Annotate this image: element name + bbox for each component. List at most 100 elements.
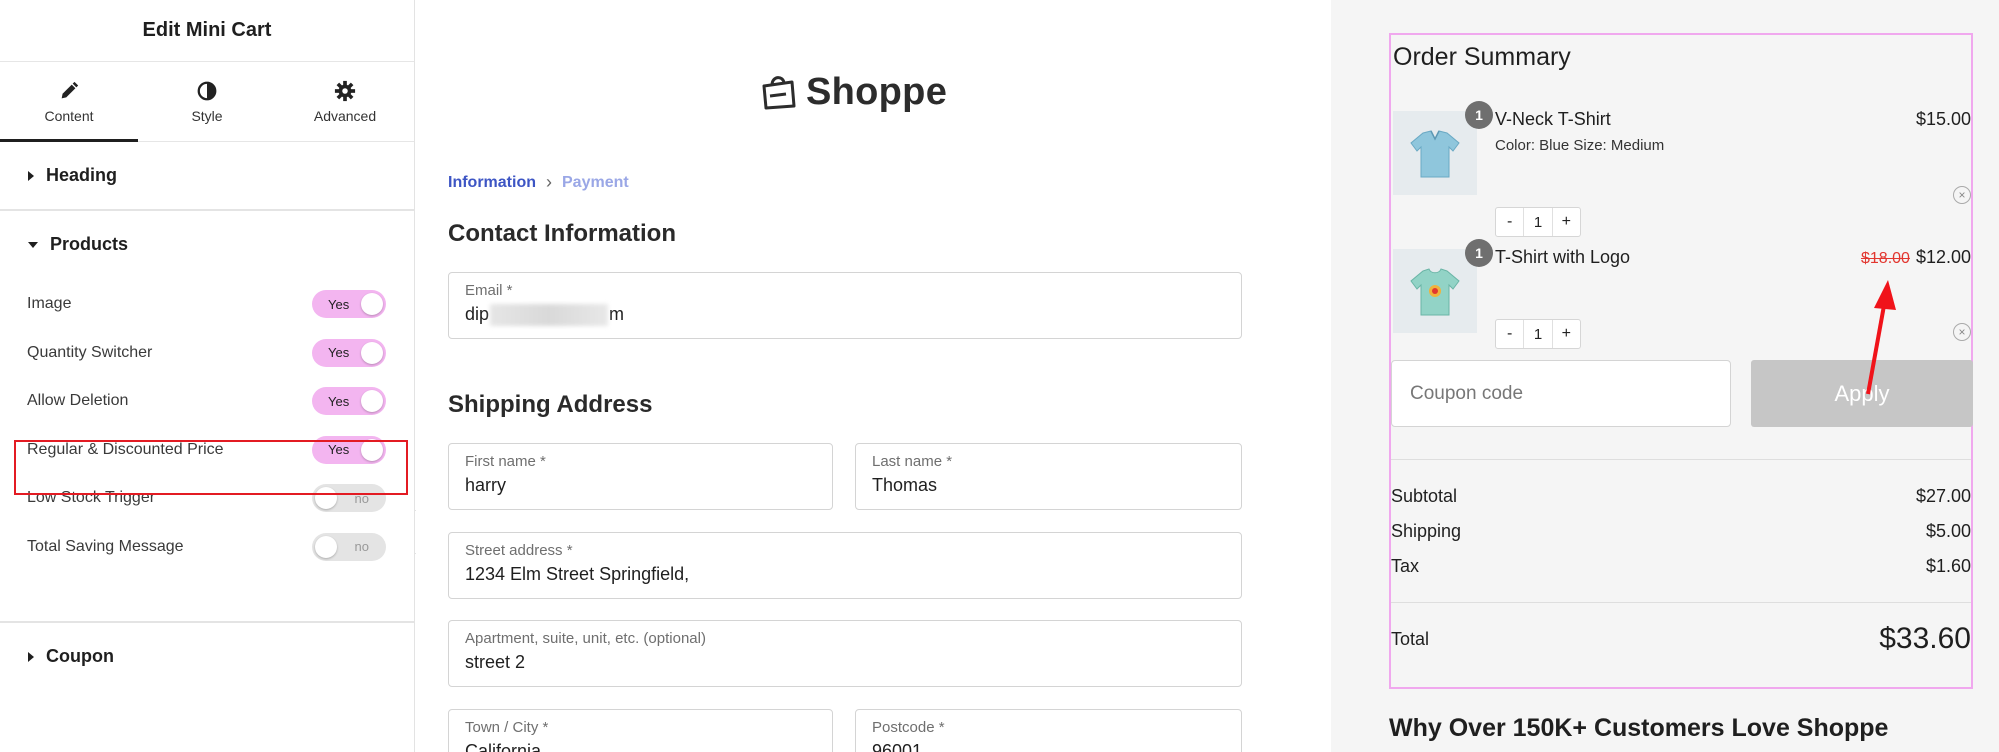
field-value: 96001 [872, 741, 923, 752]
remove-item-button[interactable]: × [1953, 186, 1971, 204]
total-row: Total $33.60 [1391, 619, 1971, 659]
field-value: Thomas [872, 475, 938, 495]
subtotal-label: Subtotal [1391, 486, 1458, 506]
field-label: Email * [465, 282, 513, 299]
field-label: Apartment, suite, unit, etc. (optional) [465, 630, 706, 647]
tab-style[interactable]: Style [138, 62, 276, 141]
gear-icon [334, 80, 356, 101]
toggle-text: Yes [328, 296, 350, 312]
item-meta: Color: Blue Size: Medium [1495, 137, 1665, 154]
item-price: $15.00 [1916, 109, 1971, 130]
breadcrumb-information[interactable]: Information [448, 174, 536, 192]
close-icon: × [1958, 325, 1966, 339]
quantity-stepper: - 1 + [1495, 207, 1581, 237]
shipping-label: Shipping [1391, 521, 1462, 541]
products-controls: Image Yes Quantity Switcher Yes Allow De… [0, 278, 414, 571]
quantity-switcher-toggle[interactable]: Yes [312, 338, 386, 367]
regular-price: $18.00 [1861, 250, 1910, 267]
control-label: Allow Deletion [27, 392, 129, 410]
annotation-arrow-icon [1866, 280, 1896, 395]
control-label: Image [27, 295, 72, 313]
field-label: Town / City * [465, 719, 549, 736]
shipping-title: Shipping Address [448, 391, 653, 418]
total-saving-message-toggle[interactable]: no [312, 532, 386, 561]
price-value: $15.00 [1915, 109, 1971, 129]
apartment-field[interactable]: Apartment, suite, unit, etc. (optional) … [448, 620, 1242, 687]
coupon-input[interactable]: Coupon code [1391, 360, 1731, 427]
section-heading-label: Heading [46, 165, 118, 185]
section-heading[interactable]: Heading [0, 142, 414, 209]
total-value: $33.60 [1879, 622, 1971, 655]
tax-row: Tax $1.60 [1391, 556, 1971, 577]
remove-item-button[interactable]: × [1953, 323, 1971, 341]
coupon-placeholder: Coupon code [1410, 382, 1524, 404]
field-label: Postcode * [872, 719, 945, 736]
control-quantity-switcher: Quantity Switcher Yes [0, 329, 414, 378]
tax-value: $1.60 [1925, 556, 1971, 576]
toggle-knob [361, 293, 383, 316]
tab-content[interactable]: Content [0, 62, 138, 142]
control-allow-deletion: Allow Deletion Yes [0, 377, 414, 426]
panel-tabs: Content Style Advanced [0, 62, 414, 142]
section-products-label: Products [50, 234, 129, 254]
item-name: T-Shirt with Logo [1495, 247, 1631, 267]
decrease-button[interactable]: - [1496, 213, 1523, 231]
quantity-badge: 1 [1465, 239, 1493, 267]
shoppe-logo: Shoppe [756, 70, 947, 114]
half-circle-icon [197, 81, 217, 100]
chevron-right-icon: › [546, 172, 552, 192]
toggle-knob [361, 341, 383, 364]
quantity-value[interactable]: 1 [1523, 320, 1553, 348]
redacted-blur [490, 304, 609, 327]
subtotal-value: $27.00 [1915, 486, 1971, 506]
control-label: Total Saving Message [27, 537, 184, 555]
item-price: $18.00 $12.00 [1861, 247, 1971, 268]
breadcrumb: Information › Payment [448, 172, 629, 193]
allow-deletion-toggle[interactable]: Yes [312, 387, 386, 416]
toggle-text: Yes [328, 393, 350, 409]
increase-button[interactable]: + [1553, 325, 1580, 343]
email-value-end: m [609, 304, 625, 324]
item-name: V-Neck T-Shirt [1495, 109, 1611, 129]
first-name-field[interactable]: First name * harry [448, 443, 833, 510]
postcode-field[interactable]: Postcode * 96001 [855, 709, 1242, 752]
field-label: Last name * [872, 453, 953, 470]
contact-title: Contact Information [448, 220, 676, 247]
decrease-button[interactable]: - [1496, 325, 1523, 343]
caret-right-icon [28, 651, 34, 662]
highlight-box [14, 440, 408, 495]
image-toggle[interactable]: Yes [312, 290, 386, 319]
product-image [1393, 111, 1477, 195]
field-value: 1234 Elm Street Springfield, [465, 564, 690, 584]
tab-advanced[interactable]: Advanced [276, 62, 414, 141]
email-field[interactable]: Email * dip m [448, 272, 1242, 339]
toggle-text: no [354, 539, 369, 555]
last-name-field[interactable]: Last name * Thomas [855, 443, 1242, 510]
field-label: Street address * [465, 542, 573, 559]
toggle-knob [361, 390, 383, 413]
field-label: First name * [465, 453, 546, 470]
section-coupon[interactable]: Coupon [0, 623, 414, 690]
logo-tshirt-icon [1410, 268, 1460, 316]
street-address-field[interactable]: Street address * 1234 Elm Street Springf… [448, 532, 1242, 599]
breadcrumb-payment[interactable]: Payment [562, 174, 629, 192]
discounted-price: $12.00 [1915, 247, 1971, 267]
shipping-value: $5.00 [1925, 521, 1971, 541]
field-value: California [465, 741, 542, 752]
shopping-bag-icon [762, 76, 796, 110]
summary-title: Order Summary [1393, 43, 1571, 71]
city-field[interactable]: Town / City * California [448, 709, 833, 752]
toggle-knob [315, 535, 337, 558]
product-image [1393, 249, 1477, 333]
caret-down-icon [28, 241, 38, 248]
quantity-stepper: - 1 + [1495, 319, 1581, 349]
quantity-value[interactable]: 1 [1523, 208, 1553, 236]
field-value: street 2 [465, 652, 526, 672]
tax-label: Tax [1391, 556, 1420, 576]
why-heading: Why Over 150K+ Customers Love Shoppe [1389, 714, 1889, 742]
caret-right-icon [28, 170, 34, 181]
divider [1391, 602, 1971, 603]
section-products[interactable]: Products [0, 211, 414, 278]
increase-button[interactable]: + [1553, 213, 1580, 231]
tab-style-label: Style [191, 107, 223, 124]
